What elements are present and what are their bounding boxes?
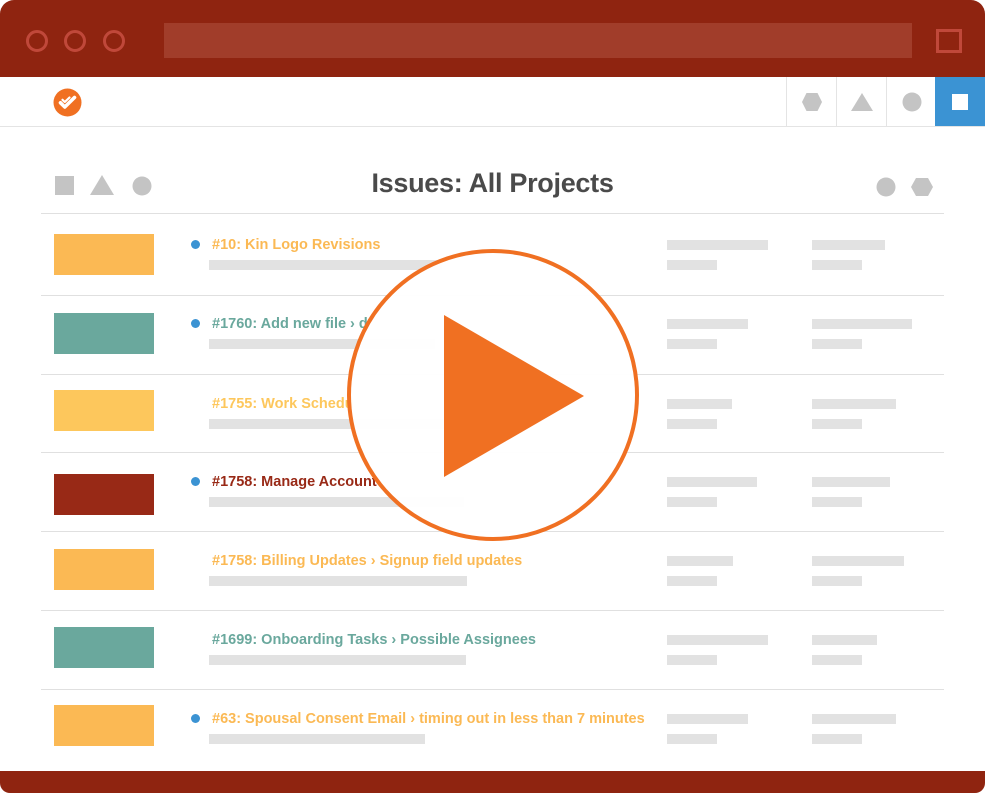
issue-date-placeholder xyxy=(812,576,862,586)
play-button-icon[interactable] xyxy=(347,249,639,541)
row-divider xyxy=(41,689,944,690)
issue-color-swatch xyxy=(54,474,154,515)
issue-subtitle-placeholder xyxy=(209,655,466,665)
issue-meta-placeholder xyxy=(667,399,732,409)
window-maximize-button[interactable] xyxy=(103,30,125,52)
issue-title[interactable]: #1699: Onboarding Tasks › Possible Assig… xyxy=(212,632,536,648)
issue-meta-placeholder xyxy=(667,576,717,586)
issue-meta-placeholder xyxy=(667,240,768,250)
issue-title[interactable]: #63: Spousal Consent Email › timing out … xyxy=(212,711,645,727)
issue-color-swatch xyxy=(54,549,154,590)
issue-date-placeholder xyxy=(812,734,862,744)
toolbar-square-button[interactable] xyxy=(935,77,985,126)
toolbar-circle-button[interactable] xyxy=(886,77,936,126)
options-hexagon-icon[interactable] xyxy=(910,177,934,197)
issue-color-swatch xyxy=(54,627,154,668)
triangle-icon xyxy=(850,92,873,111)
issue-date-placeholder xyxy=(812,714,896,724)
issue-row[interactable]: #63: Spousal Consent Email › timing out … xyxy=(41,690,944,768)
issue-meta-placeholder xyxy=(667,339,717,349)
issue-date-placeholder xyxy=(812,399,896,409)
issue-date-placeholder xyxy=(812,319,912,329)
issue-date-placeholder xyxy=(812,635,877,645)
issue-color-swatch xyxy=(54,705,154,746)
issue-meta-placeholder xyxy=(667,556,733,566)
window-square-button[interactable] xyxy=(936,29,962,53)
issue-meta-placeholder xyxy=(667,714,748,724)
issue-date-placeholder xyxy=(812,260,862,270)
issue-date-placeholder xyxy=(812,339,862,349)
issue-meta-placeholder xyxy=(667,419,717,429)
issue-meta-placeholder xyxy=(667,497,717,507)
window-minimize-button[interactable] xyxy=(64,30,86,52)
options-circle-icon[interactable] xyxy=(876,177,896,197)
toolbar-hexagon-button[interactable] xyxy=(786,77,836,126)
issue-row[interactable]: #1758: Billing Updates › Signup field up… xyxy=(41,532,944,610)
unread-dot-icon xyxy=(191,319,200,328)
issue-subtitle-placeholder xyxy=(209,576,467,586)
row-divider xyxy=(41,610,944,611)
issue-title[interactable]: #1755: Work Schedu xyxy=(212,396,354,412)
issue-meta-placeholder xyxy=(667,260,717,270)
issue-meta-placeholder xyxy=(667,635,768,645)
issue-date-placeholder xyxy=(812,477,890,487)
issue-subtitle-placeholder xyxy=(209,734,425,744)
issue-meta-placeholder xyxy=(667,319,748,329)
issue-title[interactable]: #1760: Add new file › d xyxy=(212,316,368,332)
issue-meta-placeholder xyxy=(667,477,757,487)
header-divider xyxy=(41,213,944,214)
window-bottom-bar xyxy=(0,771,985,793)
hexagon-icon xyxy=(801,92,822,111)
toolbar-triangle-button[interactable] xyxy=(836,77,886,126)
issue-date-placeholder xyxy=(812,497,862,507)
issue-row[interactable]: #1699: Onboarding Tasks › Possible Assig… xyxy=(41,611,944,689)
issue-color-swatch xyxy=(54,313,154,354)
issue-title[interactable]: #1758: Billing Updates › Signup field up… xyxy=(212,553,522,569)
issue-date-placeholder xyxy=(812,556,904,566)
unread-dot-icon xyxy=(191,477,200,486)
unread-dot-icon xyxy=(191,240,200,249)
page-title: Issues: All Projects xyxy=(371,168,614,198)
unread-dot-icon xyxy=(191,714,200,723)
issue-color-swatch xyxy=(54,234,154,275)
circle-icon xyxy=(902,92,921,111)
window-titlebar xyxy=(0,0,985,77)
check-circle-logo-icon[interactable] xyxy=(53,88,82,117)
issue-color-swatch xyxy=(54,390,154,431)
issue-date-placeholder xyxy=(812,655,862,665)
window-close-button[interactable] xyxy=(26,30,48,52)
issue-date-placeholder xyxy=(812,419,862,429)
issue-meta-placeholder xyxy=(667,734,717,744)
browser-window: Issues: All Projects #10: Kin Logo Revis… xyxy=(0,0,985,811)
square-icon xyxy=(952,93,968,110)
address-bar[interactable] xyxy=(164,23,912,58)
issue-meta-placeholder xyxy=(667,655,717,665)
issue-date-placeholder xyxy=(812,240,885,250)
